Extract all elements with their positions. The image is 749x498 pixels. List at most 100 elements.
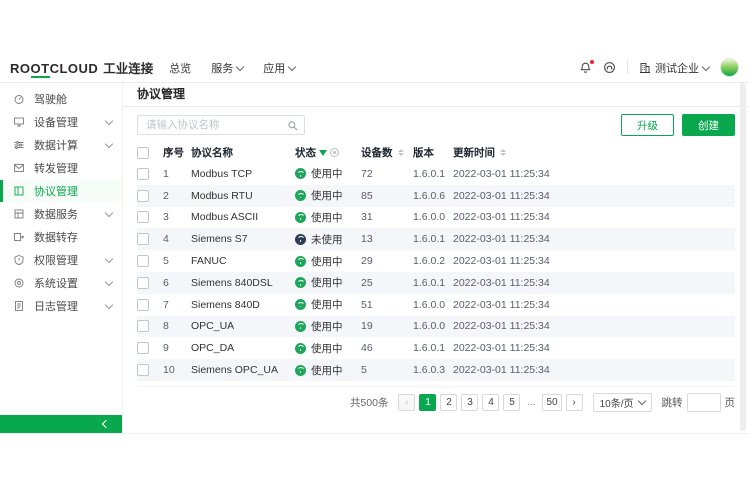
table-row[interactable]: 6 Siemens 840DSL 使用中 25 1.6.0.1 2022-03-… — [137, 272, 735, 294]
status-label: 使用中 — [311, 166, 343, 181]
table-row[interactable]: 2 Modbus RTU 使用中 85 1.6.0.6 2022-03-01 1… — [137, 185, 735, 207]
page-button-3[interactable]: 3 — [461, 394, 478, 411]
page-button-2[interactable]: 2 — [440, 394, 457, 411]
pagination: 共500条 ‹ 1 2 3 4 5 ... 50 › 10条/页 跳转 页 — [137, 386, 735, 412]
row-no: 3 — [163, 211, 191, 223]
row-devices: 46 — [361, 342, 413, 354]
org-name: 测试企业 — [655, 60, 699, 76]
row-checkbox[interactable] — [137, 299, 149, 311]
sidebar: 驾驶舱 设备管理 数据计算 转发管理 协议管理 数据服务 数据转存 权限管理 — [0, 82, 123, 433]
support-icon[interactable] — [603, 61, 616, 74]
table-row[interactable]: 10 Siemens OPC_UA 使用中 5 1.6.0.3 2022-03-… — [137, 359, 735, 381]
status-icon — [295, 256, 306, 267]
sidebar-item-data-dump[interactable]: 数据转存 — [0, 226, 122, 248]
sidebar-item-data-service[interactable]: 数据服务 — [0, 203, 122, 225]
row-version: 1.6.0.1 — [413, 342, 453, 354]
row-checkbox[interactable] — [137, 255, 149, 267]
row-checkbox[interactable] — [137, 211, 149, 223]
chevron-down-icon — [105, 278, 113, 286]
logo-suffix: 工业连接 — [103, 58, 153, 77]
page-size-select[interactable]: 10条/页 — [593, 393, 652, 412]
row-updated: 2022-03-01 11:25:34 — [453, 255, 735, 267]
table-row[interactable]: 8 OPC_UA 使用中 19 1.6.0.0 2022-03-01 11:25… — [137, 316, 735, 338]
table-row[interactable]: 4 Siemens S7 未使用 13 1.6.0.1 2022-03-01 1… — [137, 228, 735, 250]
chevron-down-icon — [105, 301, 113, 309]
row-checkbox[interactable] — [137, 168, 149, 180]
sidebar-collapse-button[interactable] — [0, 415, 122, 433]
row-updated: 2022-03-01 11:25:34 — [453, 277, 735, 289]
row-devices: 5 — [361, 364, 413, 376]
device-icon — [13, 116, 26, 129]
row-devices: 72 — [361, 168, 413, 180]
chevron-down-icon — [105, 209, 113, 217]
page-title: 协议管理 — [137, 82, 735, 101]
row-updated: 2022-03-01 11:25:34 — [453, 190, 735, 202]
page-ellipsis[interactable]: ... — [524, 396, 538, 408]
building-icon — [639, 62, 651, 74]
prev-page-button[interactable]: ‹ — [398, 394, 415, 411]
table-row[interactable]: 9 OPC_DA 使用中 46 1.6.0.1 2022-03-01 11:25… — [137, 337, 735, 359]
status-label: 使用中 — [311, 188, 343, 203]
nav-services[interactable]: 服务 — [211, 60, 243, 76]
status-settings-icon[interactable] — [330, 148, 339, 157]
sort-icon[interactable] — [500, 149, 506, 157]
sidebar-item-settings[interactable]: 系统设置 — [0, 272, 122, 294]
page-button-50[interactable]: 50 — [542, 394, 561, 411]
row-checkbox[interactable] — [137, 364, 149, 376]
row-version: 1.6.0.6 — [413, 190, 453, 202]
chevron-down-icon — [105, 140, 113, 148]
settings-icon — [13, 277, 26, 290]
nav-overview[interactable]: 总览 — [169, 60, 191, 76]
table-row[interactable]: 7 Siemens 840D 使用中 51 1.6.0.0 2022-03-01… — [137, 294, 735, 316]
row-checkbox[interactable] — [137, 277, 149, 289]
nav-apps[interactable]: 应用 — [263, 60, 295, 76]
page-button-5[interactable]: 5 — [503, 394, 520, 411]
table-header: 序号 协议名称 状态 设备数 版本 更新时间 — [137, 142, 735, 163]
brand-logo[interactable]: ROOTCLOUD 工业连接 — [10, 58, 153, 77]
compute-icon — [13, 139, 26, 152]
sidebar-item-logs[interactable]: 日志管理 — [0, 295, 122, 317]
status-label: 使用中 — [311, 254, 343, 269]
row-protocol-name: Siemens OPC_UA — [191, 364, 295, 376]
row-protocol-name: Modbus ASCII — [191, 211, 295, 223]
sidebar-item-forwarding[interactable]: 转发管理 — [0, 157, 122, 179]
row-checkbox[interactable] — [137, 190, 149, 202]
row-version: 1.6.0.1 — [413, 277, 453, 289]
status-label: 使用中 — [311, 210, 343, 225]
create-button[interactable]: 创建 — [682, 114, 735, 136]
status-icon — [295, 343, 306, 354]
page-button-4[interactable]: 4 — [482, 394, 499, 411]
filter-icon[interactable] — [319, 150, 327, 156]
sidebar-item-protocols[interactable]: 协议管理 — [0, 180, 122, 202]
row-devices: 51 — [361, 299, 413, 311]
divider — [627, 61, 628, 74]
sidebar-item-devices[interactable]: 设备管理 — [0, 111, 122, 133]
sort-icon[interactable] — [398, 149, 404, 157]
org-switcher[interactable]: 测试企业 — [639, 60, 709, 76]
vertical-scrollbar[interactable] — [740, 83, 746, 431]
page-button-1[interactable]: 1 — [419, 394, 436, 411]
table-row[interactable]: 1 Modbus TCP 使用中 72 1.6.0.1 2022-03-01 1… — [137, 163, 735, 185]
table-row[interactable]: 3 Modbus ASCII 使用中 31 1.6.0.0 2022-03-01… — [137, 207, 735, 229]
table-row[interactable]: 5 FANUC 使用中 29 1.6.0.2 2022-03-01 11:25:… — [137, 250, 735, 272]
row-updated: 2022-03-01 11:25:34 — [453, 211, 735, 223]
user-avatar[interactable] — [720, 58, 739, 77]
row-checkbox[interactable] — [137, 233, 149, 245]
sidebar-item-permissions[interactable]: 权限管理 — [0, 249, 122, 271]
sidebar-item-dashboard[interactable]: 驾驶舱 — [0, 88, 122, 110]
row-protocol-name: Siemens S7 — [191, 233, 295, 245]
row-updated: 2022-03-01 11:25:34 — [453, 299, 735, 311]
select-all-checkbox[interactable] — [137, 147, 149, 159]
search-icon[interactable] — [287, 120, 298, 131]
row-checkbox[interactable] — [137, 342, 149, 354]
log-icon — [13, 300, 26, 313]
top-right-actions: 测试企业 — [579, 58, 739, 77]
next-page-button[interactable]: › — [566, 394, 583, 411]
search-input[interactable] — [144, 118, 287, 132]
upgrade-button[interactable]: 升级 — [621, 114, 674, 136]
jump-page-input[interactable] — [687, 393, 721, 412]
row-version: 1.6.0.3 — [413, 364, 453, 376]
notification-bell-icon[interactable] — [579, 61, 592, 74]
row-checkbox[interactable] — [137, 320, 149, 332]
sidebar-item-data-compute[interactable]: 数据计算 — [0, 134, 122, 156]
